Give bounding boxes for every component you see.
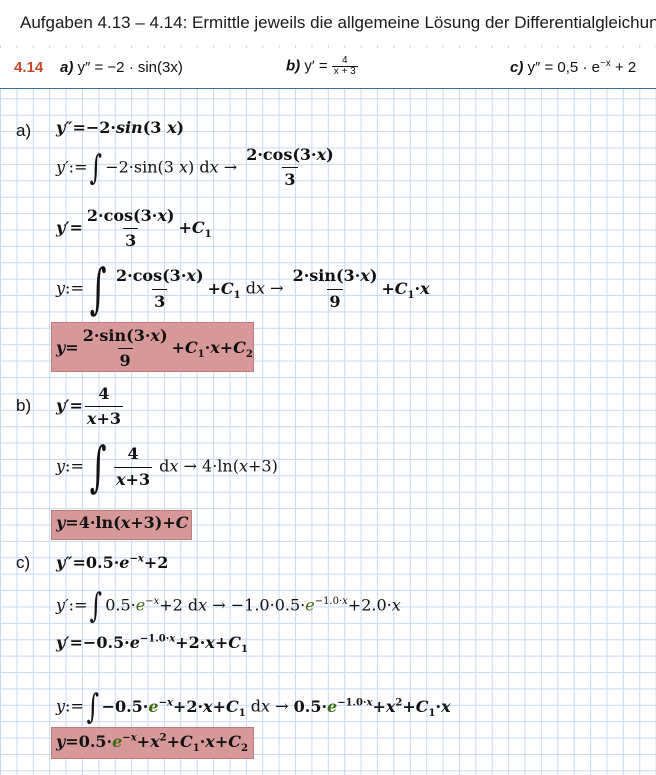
eq-a-yprime: y′= 2·cos(3·x) 3 +C1: [56, 206, 212, 251]
eq-a-given: y″=−2·sin(3 x): [56, 118, 185, 137]
task-b-lhs: y′ =: [304, 57, 328, 75]
section-a-label: a): [16, 121, 32, 140]
task-c-label: c): [510, 59, 524, 76]
page-title: Aufgaben 4.13 – 4.14: Ermittle jeweils d…: [20, 13, 656, 32]
task-line: 4.14 a) y″ = −2 · sin(3x) b) y′ = 4 x + …: [0, 48, 656, 89]
result-c: y=0.5·e−x+x2+C1·x+C2: [56, 732, 248, 755]
result-a: y= 2·sin(3·x) 9 +C1·x+C2: [56, 326, 253, 371]
task-part-a: a) y″ = −2 · sin(3x): [60, 59, 183, 76]
eq-c-integral-1: y′:=∫ 0.5·e−x+2 dx → −1.0·0.5·e−1.0·x+2.0…: [56, 586, 401, 626]
task-number: 4.14: [14, 59, 44, 76]
task-a-equation: y″ = −2 · sin(3x): [77, 59, 183, 76]
eq-b-integral: y:= ∫ 4 x+3 dx → 4·ln(x+3): [56, 435, 278, 498]
eq-c-integral-2: y:=∫ −0.5·e−x+2·x+C1 dx → 0.5·e−1.0·x+x2+…: [56, 687, 451, 727]
task-part-b: b) y′ = 4 x + 3: [286, 56, 358, 77]
eq-c-given: y″=0.5·e−x+2: [56, 553, 169, 572]
task-b-label: b): [286, 57, 301, 75]
section-b-label: b): [16, 396, 32, 415]
eq-b-given: y′= 4 x+3: [56, 384, 124, 429]
eq-a-integral-1: y′:=∫ −2·sin(3 x) dx → 2·cos(3·x) 3: [56, 145, 334, 190]
section-c-label: c): [16, 553, 31, 572]
task-c-tail: + 2: [610, 59, 637, 76]
eq-c-yprime: y′=−0.5·e−1.0·x+2·x+C1: [56, 633, 248, 656]
result-b: y=4·ln(x+3)+C: [56, 513, 189, 532]
task-b-numerator: 4: [341, 55, 348, 66]
header-bar: Aufgaben 4.13 – 4.14: Ermittle jeweils d…: [0, 0, 656, 45]
task-c-equation: y″ = 0,5 · e: [527, 59, 600, 76]
eq-a-integral-2: y:= ∫ 2·cos(3·x) 3 +C1 dx → 2·sin(3·x) 9 +C1·x: [56, 257, 430, 320]
task-part-c: c) y″ = 0,5 · e−x + 2: [510, 58, 637, 77]
task-a-label: a): [60, 59, 74, 76]
task-b-denominator: x + 3: [331, 66, 358, 77]
task-c-exponent: −x: [599, 58, 611, 69]
task-b-fraction: 4 x + 3: [331, 55, 358, 77]
